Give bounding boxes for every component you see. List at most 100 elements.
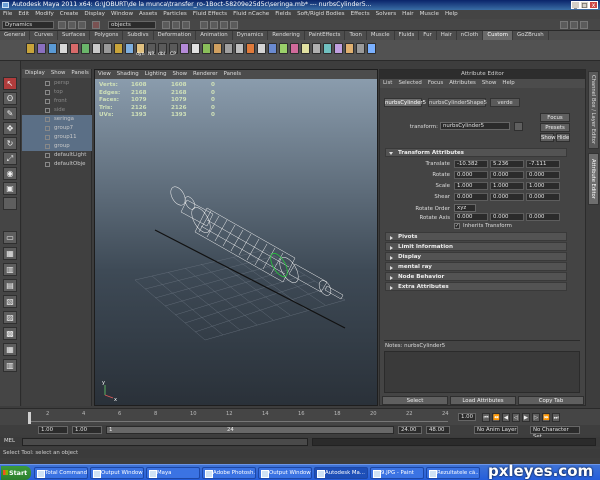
shelf-tab-toon[interactable]: Toon: [345, 31, 367, 40]
save-scene-icon[interactable]: [78, 21, 86, 29]
menu-fields[interactable]: Fields: [272, 10, 294, 19]
shelf-tab-painteffects[interactable]: PaintEffects: [305, 31, 346, 40]
show-channel-box-icon[interactable]: [580, 21, 588, 29]
layout-extra-icon[interactable]: ▥: [3, 359, 17, 372]
new-scene-icon[interactable]: [58, 21, 66, 29]
rotate-axis-z[interactable]: 0.000: [526, 213, 560, 221]
open-scene-icon[interactable]: [68, 21, 76, 29]
select-button[interactable]: Select: [382, 396, 448, 405]
ae-tab-transform[interactable]: nurbsCylinder5: [384, 98, 426, 107]
ae-menu-list[interactable]: List: [380, 79, 395, 88]
attr-value-field[interactable]: 1.000: [454, 182, 488, 190]
anim-start-field[interactable]: 1.00: [38, 426, 68, 434]
menu-effects[interactable]: Effects: [348, 10, 373, 19]
playback-end-field[interactable]: 24.00: [398, 426, 422, 434]
shelf-tool-icon[interactable]: [70, 43, 79, 54]
rotate-tool-icon[interactable]: ↻: [3, 137, 17, 150]
layout-hypershade-icon[interactable]: ▨: [3, 311, 17, 324]
maximize-button[interactable]: □: [580, 1, 589, 9]
section-collapsed[interactable]: Display: [385, 252, 567, 261]
shelf-tool-icon[interactable]: [213, 43, 222, 54]
shelf-tool-icon[interactable]: [92, 43, 101, 54]
shelf-tool-icon[interactable]: [191, 43, 200, 54]
taskbar-item[interactable]: Maya: [146, 467, 200, 479]
outliner-menu-panels[interactable]: Panels: [68, 69, 91, 78]
menu-muscle[interactable]: Muscle: [417, 10, 442, 19]
last-tool-icon[interactable]: [3, 197, 17, 210]
render-settings-icon[interactable]: [230, 21, 238, 29]
shelf-tool-icon[interactable]: [48, 43, 57, 54]
focus-button[interactable]: Focus: [540, 113, 570, 122]
outliner-item[interactable]: front: [22, 97, 92, 106]
menu-fluid-effects[interactable]: Fluid Effects: [190, 10, 230, 19]
menu-assets[interactable]: Assets: [136, 10, 160, 19]
select-mode-icon[interactable]: [92, 21, 100, 29]
taskbar-item[interactable]: Adobe Photosh...: [202, 467, 256, 479]
history-icon[interactable]: [200, 21, 208, 29]
current-frame-field[interactable]: 1.00: [458, 413, 476, 421]
shelf-tool-icon[interactable]: [279, 43, 288, 54]
shelf-tab-fur[interactable]: Fur: [419, 31, 437, 40]
presets-button[interactable]: Presets: [540, 123, 570, 132]
section-collapsed[interactable]: Pivots: [385, 232, 567, 241]
anim-end-field[interactable]: 48.00: [426, 426, 450, 434]
layout-outliner-icon[interactable]: ▤: [3, 279, 17, 292]
step-back-icon[interactable]: ⏪: [492, 413, 500, 422]
shelf-tool-icon[interactable]: [290, 43, 299, 54]
shelf-tab-deformation[interactable]: Deformation: [154, 31, 197, 40]
outliner-menu-display[interactable]: Display: [22, 69, 48, 78]
play-forward-icon[interactable]: ▶: [522, 413, 530, 422]
go-to-start-icon[interactable]: ⏮: [482, 413, 490, 422]
menu-display[interactable]: Display: [81, 10, 108, 19]
shelf-tab-muscle[interactable]: Muscle: [367, 31, 395, 40]
ae-menu-selected[interactable]: Selected: [395, 79, 424, 88]
menu-create[interactable]: Create: [57, 10, 82, 19]
minimize-button[interactable]: _: [571, 1, 580, 9]
shelf-tab-gozbrush[interactable]: GoZBrush: [513, 31, 549, 40]
rotate-order-select[interactable]: xyz: [454, 204, 476, 212]
attr-value-field[interactable]: 0.000: [454, 193, 488, 201]
shelf-tool-icon[interactable]: [367, 43, 376, 54]
outliner-item[interactable]: group7: [22, 124, 92, 133]
rotate-axis-x[interactable]: 0.000: [454, 213, 488, 221]
menu-particles[interactable]: Particles: [160, 10, 190, 19]
menu-solvers[interactable]: Solvers: [373, 10, 400, 19]
shelf-tool-icon[interactable]: [26, 43, 35, 54]
shelf-tool-icon[interactable]: [323, 43, 332, 54]
shelf-tab-custom[interactable]: Custom: [483, 31, 513, 40]
outliner-item[interactable]: top: [22, 88, 92, 97]
ae-menu-attributes[interactable]: Attributes: [446, 79, 479, 88]
shelf-tool-icon[interactable]: [246, 43, 255, 54]
menu-help[interactable]: Help: [442, 10, 461, 19]
shelf-tool-icon[interactable]: [59, 43, 68, 54]
menu-soft-rigid[interactable]: Soft/Rigid Bodies: [294, 10, 348, 19]
menu-hair[interactable]: Hair: [399, 10, 417, 19]
step-forward-icon[interactable]: ⏩: [542, 413, 550, 422]
layout-two-icon[interactable]: ▥: [3, 263, 17, 276]
shelf-tool-icon[interactable]: [312, 43, 321, 54]
menu-modify[interactable]: Modify: [32, 10, 57, 19]
ae-tab-material[interactable]: verde: [490, 98, 520, 107]
ae-menu-focus[interactable]: Focus: [425, 79, 446, 88]
outliner-item[interactable]: side: [22, 106, 92, 115]
close-button[interactable]: x: [589, 1, 598, 9]
range-bar[interactable]: 1 24: [106, 426, 394, 434]
shelf-tab-fluids[interactable]: Fluids: [395, 31, 420, 40]
shelf-tool-icon[interactable]: [345, 43, 354, 54]
shelf-tool-icon[interactable]: [180, 43, 189, 54]
attr-value-field[interactable]: 1.000: [526, 182, 560, 190]
shelf-tool-icon[interactable]: [81, 43, 90, 54]
outliner-menu-show[interactable]: Show: [48, 69, 69, 78]
show-attr-editor-icon[interactable]: [560, 21, 568, 29]
shelf-tool-icon[interactable]: [334, 43, 343, 54]
shelf-tab-ncloth[interactable]: nCloth: [457, 31, 484, 40]
section-collapsed[interactable]: Extra Attributes: [385, 282, 567, 291]
anim-layer-select[interactable]: No Anim Layer: [474, 426, 518, 434]
layout-four-icon[interactable]: ▦: [3, 247, 17, 260]
shelf-tab-animation[interactable]: Animation: [196, 31, 233, 40]
menu-window[interactable]: Window: [108, 10, 136, 19]
shelf-tool-icon[interactable]: [268, 43, 277, 54]
shelf-tab-dynamics[interactable]: Dynamics: [233, 31, 269, 40]
snap-grid-icon[interactable]: [162, 21, 170, 29]
layout-single-icon[interactable]: ▭: [3, 231, 17, 244]
